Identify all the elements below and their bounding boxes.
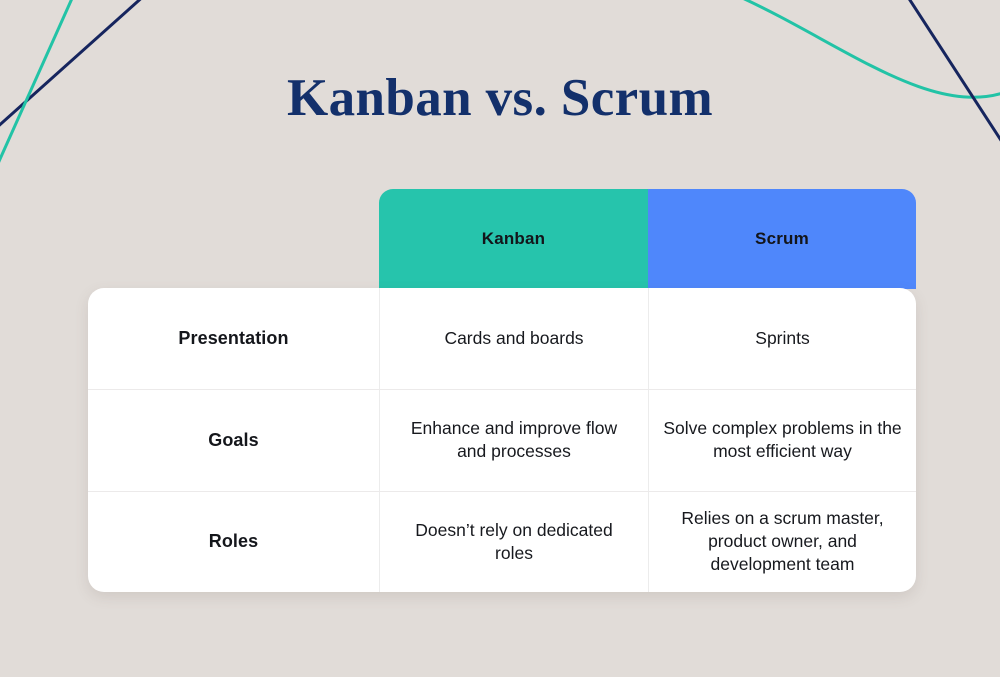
row-label-goals: Goals (208, 429, 259, 450)
cell-goals-kanban: Enhance and improve flow and processes (379, 390, 648, 491)
table-row: Goals Enhance and improve flow and proce… (88, 389, 916, 491)
cell-roles-scrum: Relies on a scrum master, product owner,… (648, 491, 916, 592)
cell-presentation-kanban: Cards and boards (379, 288, 648, 390)
table-row: Roles Doesn’t rely on dedicated roles Re… (88, 490, 916, 592)
table-row: Presentation Cards and boards Sprints (88, 288, 916, 390)
column-header-scrum-label: Scrum (755, 229, 809, 248)
column-header-kanban: Kanban (379, 189, 648, 289)
comparison-table: Kanban Scrum Presentation Cards and boar… (88, 189, 916, 593)
cell-presentation-scrum: Sprints (648, 288, 916, 390)
column-header-scrum: Scrum (648, 189, 916, 289)
page-title: Kanban vs. Scrum (286, 69, 714, 127)
cell-roles-kanban: Doesn’t rely on dedicated roles (379, 491, 648, 592)
cell-goals-scrum: Solve complex problems in the most effic… (648, 390, 916, 491)
table-header-row: Kanban Scrum (379, 189, 916, 289)
row-label-roles: Roles (208, 530, 259, 551)
table-body-card: Presentation Cards and boards Sprints Go… (88, 288, 916, 592)
column-header-kanban-label: Kanban (481, 229, 546, 248)
row-label-presentation: Presentation (178, 327, 289, 348)
